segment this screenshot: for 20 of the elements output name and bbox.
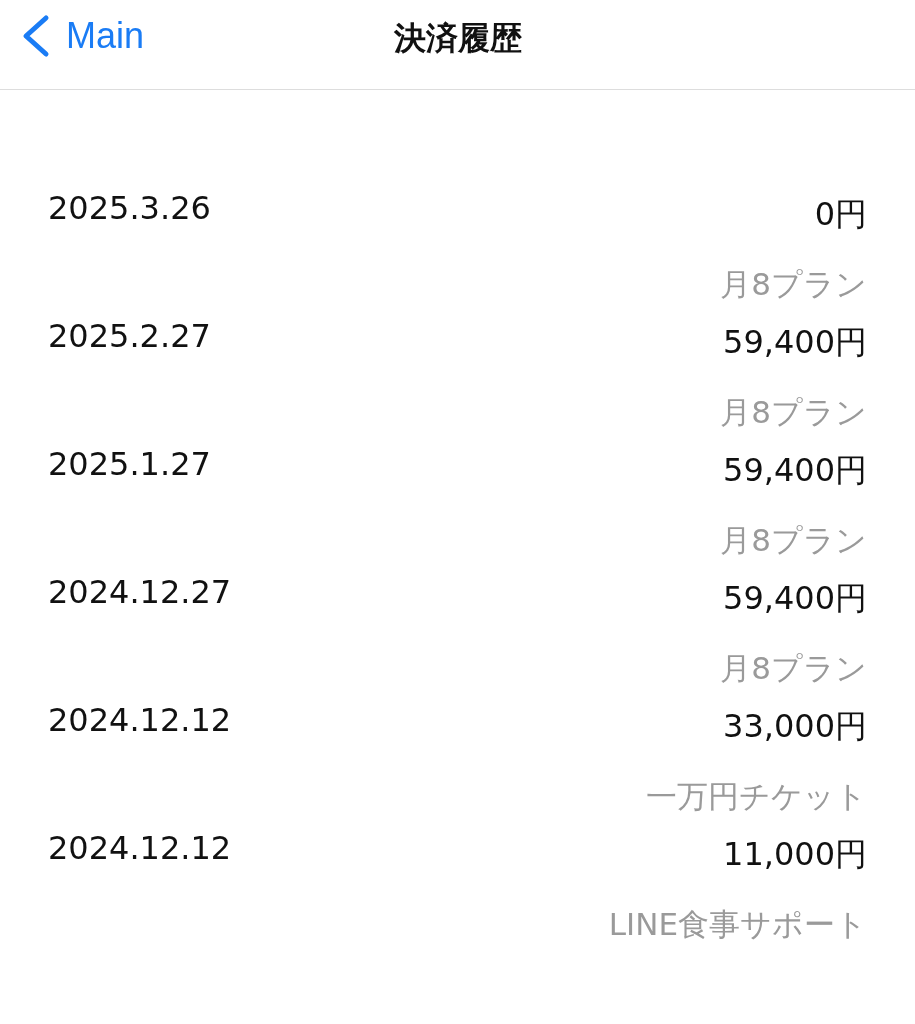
payment-amount: 59,400円 [723,450,867,491]
plan-name: 月8プラン [720,393,867,432]
plan-name: 一万円チケット [646,777,867,816]
payment-date: 2025.3.26 [48,188,211,229]
plan-name: 月8プラン [720,265,867,304]
payment-amount: 33,000円 [723,706,867,747]
payment-amount: 59,400円 [723,322,867,363]
payment-amount: 59,400円 [723,578,867,619]
plan-name: 月8プラン [720,521,867,560]
payment-date: 2024.12.12 [48,700,232,741]
payment-date: 2024.12.12 [48,828,232,869]
plan-name: LINE食事サポート [608,905,867,944]
back-button[interactable]: Main [18,14,145,58]
page-title: 決済履歴 [393,18,522,59]
payment-amount: 11,000円 [723,834,867,875]
plan-name: 月8プラン [720,649,867,688]
payment-date: 2025.1.27 [48,444,211,485]
payment-date: 2024.12.27 [48,572,232,613]
payment-amount: 0円 [814,194,867,235]
payment-date: 2025.2.27 [48,316,211,357]
